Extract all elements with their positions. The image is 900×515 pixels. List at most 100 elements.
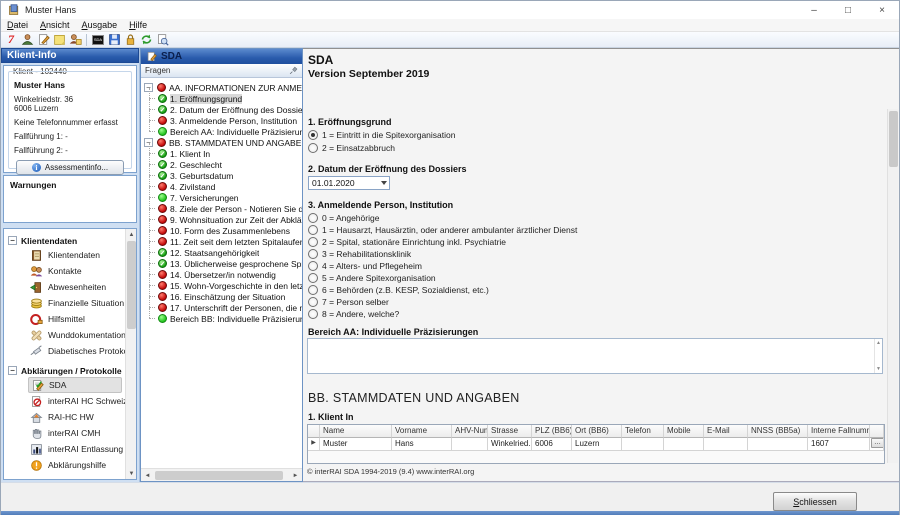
- lock-icon[interactable]: [122, 32, 138, 47]
- minimize-button[interactable]: –: [797, 1, 831, 19]
- radio-icon[interactable]: [308, 143, 318, 153]
- col-plz[interactable]: PLZ (BB6): [532, 425, 572, 438]
- sidebar-scrollbar[interactable]: ▲ ▼: [125, 229, 136, 479]
- tree-item[interactable]: 1. Eröffnungsgrund: [141, 93, 302, 104]
- sidebar-item-wunddokumentation[interactable]: Wunddokumentation: [4, 327, 136, 343]
- collapse-icon[interactable]: −: [8, 236, 17, 245]
- col-strasse[interactable]: Strasse: [488, 425, 532, 438]
- menu-hilfe[interactable]: Hilfe: [123, 20, 153, 30]
- textarea-scrollbar[interactable]: ▲▼: [874, 339, 882, 373]
- cell-email[interactable]: [704, 438, 748, 451]
- date-dropdown[interactable]: 01.01.2020: [308, 176, 390, 190]
- print-preview-icon[interactable]: [154, 32, 170, 47]
- collapse-icon[interactable]: −: [8, 366, 17, 375]
- tree-item[interactable]: 13. Üblicherweise gesprochene Sprache: [141, 258, 302, 269]
- tree-item[interactable]: 9. Wohnsituation zur Zeit der Abklärung: [141, 214, 302, 225]
- sidebar-item-finanzielle-situation[interactable]: Finanzielle Situation: [4, 295, 136, 311]
- radio-icon[interactable]: [308, 285, 318, 295]
- radio-icon[interactable]: [308, 309, 318, 319]
- tree-item[interactable]: Bereich BB: Individuelle Präzisierungen: [141, 313, 302, 324]
- sidebar-item-klientendaten[interactable]: Klientendaten: [4, 247, 136, 263]
- sidebar-item-abklaerungshilfe[interactable]: Abklärungshilfe: [4, 457, 136, 473]
- sidebar-item-diabetisches-protokoll[interactable]: Diabetisches Protokoll: [4, 343, 136, 359]
- radio-icon[interactable]: [308, 213, 318, 223]
- scroll-right-icon[interactable]: ►: [290, 470, 301, 481]
- scroll-up-icon[interactable]: ▲: [126, 229, 137, 240]
- save-icon[interactable]: [106, 32, 122, 47]
- tree-item[interactable]: 12. Staatsangehörigkeit: [141, 247, 302, 258]
- edit-document-icon[interactable]: [35, 32, 51, 47]
- cell-ahv[interactable]: [452, 438, 488, 451]
- fragen-horizontal-scrollbar[interactable]: ◄ ►: [141, 468, 302, 481]
- tree-item[interactable]: 1. Klient In: [141, 148, 302, 159]
- cell-name[interactable]: Muster: [320, 438, 392, 451]
- tree-item[interactable]: Bereich AA: Individuelle Präzisierungen: [141, 126, 302, 137]
- radio-icon[interactable]: [308, 273, 318, 283]
- cell-strasse[interactable]: Winkelried...: [488, 438, 532, 451]
- q3-option-3[interactable]: 3 = Rehabilitationsklinik: [308, 249, 411, 259]
- col-fallnummer[interactable]: Interne Fallnumm...: [808, 425, 870, 438]
- q3-option-4[interactable]: 4 = Alters- und Pflegeheim: [308, 261, 422, 271]
- radio-icon[interactable]: [308, 297, 318, 307]
- pin-icon[interactable]: [289, 66, 298, 75]
- radio-icon[interactable]: [308, 261, 318, 271]
- tree-group[interactable]: −BB. STAMMDATEN UND ANGABEN: [141, 137, 302, 148]
- cell-plz[interactable]: 6006: [532, 438, 572, 451]
- schliessen-button[interactable]: Schliessen: [773, 492, 857, 511]
- ellipsis-button[interactable]: …: [871, 438, 884, 448]
- cell-fallnummer[interactable]: 1607: [808, 438, 870, 451]
- sidebar-item-hilfsmittel[interactable]: Hilfsmittel: [4, 311, 136, 327]
- radio-icon[interactable]: [308, 249, 318, 259]
- sidebar-item-kontakte[interactable]: Kontakte: [4, 263, 136, 279]
- tree-item[interactable]: 16. Einschätzung der Situation: [141, 291, 302, 302]
- sidebar-item-abwesenheiten[interactable]: Abwesenheiten: [4, 279, 136, 295]
- radio-icon[interactable]: [308, 225, 318, 235]
- q3-option-0[interactable]: 0 = Angehörige: [308, 213, 379, 223]
- tree-item[interactable]: 3. Anmeldende Person, Institution: [141, 115, 302, 126]
- radio-selected-icon[interactable]: [308, 130, 318, 140]
- col-mobile[interactable]: Mobile: [664, 425, 704, 438]
- menu-ansicht[interactable]: Ansicht: [34, 20, 76, 30]
- cell-mobile[interactable]: [664, 438, 704, 451]
- form-scrollbar[interactable]: [887, 109, 898, 463]
- screen-icon[interactable]: SDA: [90, 32, 106, 47]
- section-pflegedaten[interactable]: − Pflegedaten: [4, 478, 136, 480]
- scroll-up-icon[interactable]: ▲: [876, 340, 881, 346]
- q3-option-6[interactable]: 6 = Behörden (z.B. KESP, Sozialdienst, e…: [308, 285, 489, 295]
- sidebar-item-sda[interactable]: ✓ SDA: [28, 377, 122, 393]
- red-seven-icon[interactable]: 7: [3, 32, 19, 47]
- scrollbar-thumb[interactable]: [127, 241, 136, 329]
- q3-option-1[interactable]: 1 = Hausarzt, Hausärztin, oder anderer a…: [308, 225, 577, 235]
- q3-option-2[interactable]: 2 = Spital, stationäre Einrichtung inkl.…: [308, 237, 506, 247]
- section-abklaerungen-protokolle[interactable]: − Abklärungen / Protokolle: [4, 364, 136, 377]
- tree-item[interactable]: 3. Geburtsdatum: [141, 170, 302, 181]
- radio-icon[interactable]: [308, 237, 318, 247]
- section-klientendaten[interactable]: − Klientendaten: [4, 234, 136, 247]
- sidebar-item-interrai-entlassung[interactable]: interRAI Entlassung: [4, 441, 136, 457]
- col-nnss[interactable]: NNSS (BB5a): [748, 425, 808, 438]
- tree-item[interactable]: 17. Unterschrift der Personen, die mit d…: [141, 302, 302, 313]
- sidebar-item-rai-hc-hw[interactable]: RAI-HC HW: [4, 409, 136, 425]
- tree-item[interactable]: 14. Übersetzer/in notwendig: [141, 269, 302, 280]
- tree-group[interactable]: −AA. INFORMATIONEN ZUR ANMELDUNG: [141, 82, 302, 93]
- assessmentinfo-button[interactable]: i Assessmentinfo...: [16, 160, 124, 175]
- q1-option-1[interactable]: 1 = Eintritt in die Spitexorganisation: [308, 130, 455, 140]
- menu-datei[interactable]: Datei: [1, 20, 34, 30]
- scroll-left-icon[interactable]: ◄: [142, 470, 153, 481]
- menu-ausgabe[interactable]: Ausgabe: [76, 20, 124, 30]
- scroll-down-icon[interactable]: ▼: [876, 366, 881, 372]
- tree-item[interactable]: 11. Zeit seit dem letzten Spitalaufentha…: [141, 236, 302, 247]
- note-icon[interactable]: [51, 32, 67, 47]
- tree-item[interactable]: 15. Wohn-Vorgeschichte in den letzten 5 …: [141, 280, 302, 291]
- tree-item[interactable]: 2. Geschlecht: [141, 159, 302, 170]
- maximize-button[interactable]: □: [831, 1, 865, 19]
- tree-item[interactable]: 2. Datum der Eröffnung des Dossiers: [141, 104, 302, 115]
- sidebar-item-interrai-hc-schweiz[interactable]: interRAI HC Schweiz: [4, 393, 136, 409]
- q3-option-8[interactable]: 8 = Andere, welche?: [308, 309, 399, 319]
- scrollbar-thumb[interactable]: [155, 471, 283, 480]
- col-email[interactable]: E-Mail: [704, 425, 748, 438]
- col-name[interactable]: Name: [320, 425, 392, 438]
- refresh-icon[interactable]: [138, 32, 154, 47]
- table-row[interactable]: ▶ Muster Hans Winkelried... 6006 Luzern …: [308, 438, 884, 451]
- sidebar-item-interrai-cmh[interactable]: interRAI CMH: [4, 425, 136, 441]
